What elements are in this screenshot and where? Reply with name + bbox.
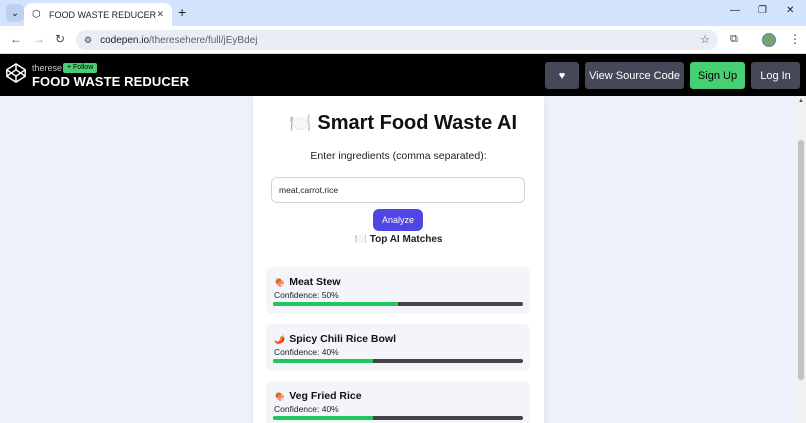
tab-title: FOOD WASTE REDUCER <box>49 9 157 20</box>
minimize-icon[interactable]: — <box>730 5 740 16</box>
tab-search-icon[interactable]: ⌄ <box>6 4 24 22</box>
new-tab-icon[interactable]: + <box>178 4 186 20</box>
codepen-header: therese + Follow FOOD WASTE REDUCER ♥ Vi… <box>0 54 806 96</box>
site-info-icon[interactable]: ⚙ <box>84 35 92 46</box>
confidence-fill <box>273 359 373 363</box>
analyze-button[interactable]: Analyze <box>373 209 423 231</box>
pen-title: FOOD WASTE REDUCER <box>32 74 190 89</box>
result-card: 🌶️ Spicy Chili Rice Bowl Confidence: 40% <box>266 324 530 371</box>
codepen-logo-icon[interactable] <box>5 62 27 84</box>
scroll-up-icon[interactable]: ▲ <box>798 98 804 104</box>
result-card: 🍖 Veg Fried Rice Confidence: 40% <box>266 381 530 423</box>
plate-icon: 🍽️ <box>288 113 312 133</box>
result-name: 🍖 Veg Fried Rice <box>274 390 362 402</box>
browser-tab-strip: ⌄ ⬡ FOOD WASTE REDUCER ✕ + — ❐ ✕ <box>0 0 806 26</box>
heart-icon: ♥ <box>558 69 566 82</box>
result-name: 🌶️ Spicy Chili Rice Bowl <box>274 333 396 345</box>
codepen-favicon-icon: ⬡ <box>32 9 41 20</box>
bookmark-star-icon[interactable]: ☆ <box>700 33 710 46</box>
url-text: codepen.io/theresehere/full/jEyBdej <box>100 34 258 46</box>
confidence-bar <box>273 359 523 363</box>
view-source-button[interactable]: View Source Code <box>585 62 684 89</box>
confidence-bar <box>273 302 523 306</box>
confidence-fill <box>273 302 398 306</box>
close-window-icon[interactable]: ✕ <box>786 5 794 16</box>
signup-button[interactable]: Sign Up <box>690 62 745 89</box>
browser-toolbar: ← → ↻ ⚙ codepen.io/theresehere/full/jEyB… <box>0 26 806 54</box>
browser-tab[interactable]: ⬡ FOOD WASTE REDUCER ✕ <box>24 3 172 26</box>
chili-icon: 🌶️ <box>274 334 286 344</box>
ingredients-input[interactable] <box>271 177 525 203</box>
heart-button[interactable]: ♥ <box>545 62 579 89</box>
result-confidence: Confidence: 40% <box>274 347 339 357</box>
matches-heading: 🍽️ Top AI Matches <box>354 234 443 245</box>
reload-icon[interactable]: ↻ <box>55 32 65 46</box>
result-confidence: Confidence: 40% <box>274 404 339 414</box>
scrollbar-thumb[interactable] <box>798 140 804 380</box>
confidence-fill <box>273 416 373 420</box>
follow-button[interactable]: + Follow <box>63 63 98 73</box>
profile-avatar[interactable] <box>762 33 776 47</box>
confidence-bar <box>273 416 523 420</box>
meat-icon: 🍖 <box>274 277 286 287</box>
result-card: 🍖 Meat Stew Confidence: 50% <box>266 267 530 314</box>
restore-icon[interactable]: ❐ <box>758 5 767 16</box>
app-card <box>253 96 544 423</box>
author-username[interactable]: therese <box>32 63 62 73</box>
login-button[interactable]: Log In <box>751 62 800 89</box>
page-title: 🍽️ Smart Food Waste AI <box>288 112 518 134</box>
back-icon[interactable]: ← <box>10 32 22 46</box>
result-name: 🍖 Meat Stew <box>274 276 341 288</box>
browser-menu-icon[interactable]: ⋮ <box>789 32 801 46</box>
tab-close-icon[interactable]: ✕ <box>156 9 164 20</box>
address-bar[interactable]: ⚙ codepen.io/theresehere/full/jEyBdej ☆ <box>76 30 718 50</box>
extensions-icon[interactable]: ⧉ <box>730 33 738 46</box>
meat-icon: 🍖 <box>274 391 286 401</box>
ingredients-label: Enter ingredients (comma separated): <box>310 150 487 162</box>
forward-icon[interactable]: → <box>33 32 45 46</box>
result-confidence: Confidence: 50% <box>274 290 339 300</box>
